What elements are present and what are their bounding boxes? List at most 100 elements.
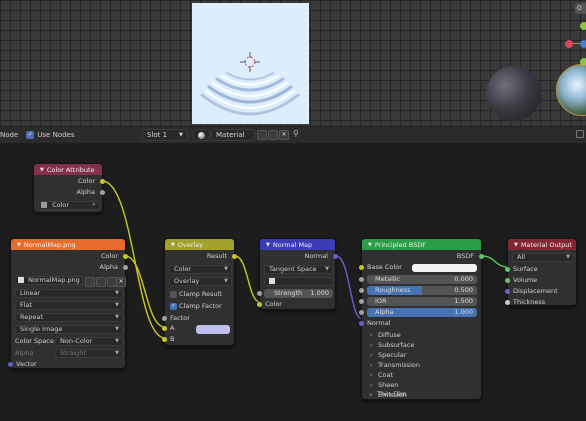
chevron-down-icon: ▼ (115, 302, 119, 308)
image-icon (18, 277, 24, 283)
attribute-name-field[interactable]: Color ✕ (38, 201, 100, 210)
color-space-dropdown[interactable]: Non-Color ▼ (55, 337, 123, 346)
chevron-down-icon: ▼ (115, 338, 119, 344)
material-output-node[interactable]: ▼ Material Output All ▼ Surface Volume D… (505, 238, 577, 306)
panel-diffuse[interactable]: › Diffuse (370, 331, 401, 340)
output-alpha-label: Alpha (76, 188, 95, 196)
output-result-socket[interactable] (232, 254, 237, 259)
panel-subsurface[interactable]: › Subsurface (370, 341, 414, 350)
panel-label: Sheen (378, 381, 399, 389)
collapse-chevron-icon[interactable]: ▼ (40, 167, 44, 173)
node-header[interactable]: ▼ Principled BSDF (362, 239, 481, 250)
input-displacement-label: Displacement (513, 287, 558, 295)
blend-mode-dropdown[interactable]: Overlay ▼ (169, 277, 232, 286)
output-normal-socket[interactable] (333, 254, 338, 259)
input-vector-socket[interactable] (8, 362, 13, 367)
node-title: Color Attribute (46, 165, 95, 174)
input-metallic-socket[interactable] (359, 277, 364, 282)
chevron-right-icon: › (370, 342, 373, 349)
input-roughness-socket[interactable] (359, 288, 364, 293)
image-selector[interactable]: NormalMap.png (15, 276, 83, 285)
roughness-slider[interactable]: Roughness 0.500 (367, 286, 477, 295)
metallic-slider[interactable]: Metallic 0.000 (367, 275, 477, 284)
clamp-result-checkbox[interactable] (170, 291, 177, 298)
image-texture-node[interactable]: ▼ NormalMap.png Color Alpha NormalMap.pn… (8, 238, 128, 369)
chevron-down-icon: ▼ (115, 290, 119, 296)
chevron-right-icon: › (370, 372, 373, 379)
unlink-image-icon[interactable]: ✕ (116, 277, 126, 287)
collapse-chevron-icon[interactable]: ▼ (368, 242, 372, 248)
base-color-swatch[interactable] (412, 264, 477, 272)
node-header[interactable]: ▼ Overlay (165, 239, 234, 250)
collapse-chevron-icon[interactable]: ▼ (17, 242, 21, 248)
input-base-color-socket[interactable] (359, 265, 364, 270)
input-displacement-socket[interactable] (505, 289, 510, 294)
target-dropdown[interactable]: All ▼ (512, 253, 574, 262)
interpolation-dropdown[interactable]: Linear ▼ (15, 289, 123, 298)
output-color-label: Color (78, 177, 95, 185)
collapse-chevron-icon[interactable]: ▼ (171, 242, 175, 248)
roughness-value: 0.500 (454, 286, 473, 294)
panel-specular[interactable]: › Specular (370, 351, 406, 360)
strength-slider[interactable]: Strength 1.000 (264, 289, 333, 298)
input-surface-socket[interactable] (505, 267, 510, 272)
ior-value: 1.500 (454, 297, 473, 305)
output-color-socket[interactable] (123, 254, 128, 259)
blend-mode-value: Overlay (174, 277, 200, 285)
output-alpha-socket[interactable] (123, 265, 128, 270)
fake-user-shield-icon[interactable] (85, 277, 95, 287)
overlay-mix-node[interactable]: ▼ Overlay Result Color ▼ Overlay ▼ Clamp… (162, 238, 237, 346)
metallic-label: Metallic (375, 275, 401, 283)
extension-dropdown[interactable]: Repeat ▼ (15, 313, 123, 322)
node-title: Principled BSDF (374, 240, 426, 249)
clamp-factor-checkbox[interactable]: ✓ (170, 303, 177, 310)
node-header[interactable]: ▼ NormalMap.png (11, 239, 125, 250)
input-alpha-socket[interactable] (359, 310, 364, 315)
chevron-down-icon: ▼ (115, 326, 119, 332)
panel-sheen[interactable]: › Sheen (370, 381, 398, 390)
input-b-socket[interactable] (162, 337, 167, 342)
ior-slider[interactable]: IOR 1.500 (367, 297, 477, 306)
panel-label: Transmission (378, 361, 420, 369)
input-volume-socket[interactable] (505, 278, 510, 283)
panel-thin-film[interactable]: › Thin Film (369, 390, 406, 399)
color-attribute-node[interactable]: ▼ Color Attribute Color Alpha Color ✕ (33, 163, 105, 213)
projection-dropdown[interactable]: Flat ▼ (15, 301, 123, 310)
output-bsdf-socket[interactable] (479, 254, 484, 259)
panel-coat[interactable]: › Coat (370, 371, 393, 380)
new-image-icon[interactable] (96, 277, 106, 287)
clear-x-icon[interactable]: ✕ (92, 202, 96, 209)
space-dropdown[interactable]: Tangent Space ▼ (264, 265, 333, 274)
roughness-label: Roughness (375, 286, 411, 294)
panel-label: Subsurface (378, 341, 415, 349)
output-color-label: Color (101, 252, 118, 260)
alpha-slider[interactable]: Alpha 1.000 (367, 308, 477, 317)
input-ior-socket[interactable] (359, 299, 364, 304)
uv-map-field[interactable] (264, 277, 333, 286)
input-vector-label: Vector (16, 360, 37, 368)
a-color-swatch[interactable] (196, 325, 230, 334)
source-dropdown[interactable]: Single Image ▼ (15, 325, 123, 334)
output-alpha-socket[interactable] (100, 190, 105, 195)
node-header[interactable]: ▼ Normal Map (260, 239, 335, 250)
input-a-socket[interactable] (162, 326, 167, 331)
node-header[interactable]: ▼ Material Output (508, 239, 576, 250)
collapse-chevron-icon[interactable]: ▼ (266, 242, 270, 248)
data-type-dropdown[interactable]: Color ▼ (169, 265, 232, 274)
chevron-down-icon: ▼ (325, 266, 329, 272)
normal-map-node[interactable]: ▼ Normal Map Normal Tangent Space ▼ Stre… (257, 238, 338, 310)
principled-bsdf-node[interactable]: ▼ Principled BSDF BSDF Base Color Metall… (359, 238, 484, 400)
node-header[interactable]: ▼ Color Attribute (34, 164, 102, 175)
panel-transmission[interactable]: › Transmission (370, 361, 420, 370)
input-factor-socket[interactable] (162, 316, 167, 321)
color-space-value: Non-Color (60, 337, 93, 345)
image-name: NormalMap.png (28, 276, 80, 284)
input-color-socket[interactable] (257, 302, 262, 307)
collapse-chevron-icon[interactable]: ▼ (514, 242, 518, 248)
attribute-icon (41, 202, 47, 208)
input-normal-socket[interactable] (359, 321, 364, 326)
attribute-value: Color (52, 201, 70, 209)
input-thickness-socket[interactable] (505, 300, 510, 305)
output-color-socket[interactable] (100, 179, 105, 184)
input-strength-socket[interactable] (257, 291, 262, 296)
